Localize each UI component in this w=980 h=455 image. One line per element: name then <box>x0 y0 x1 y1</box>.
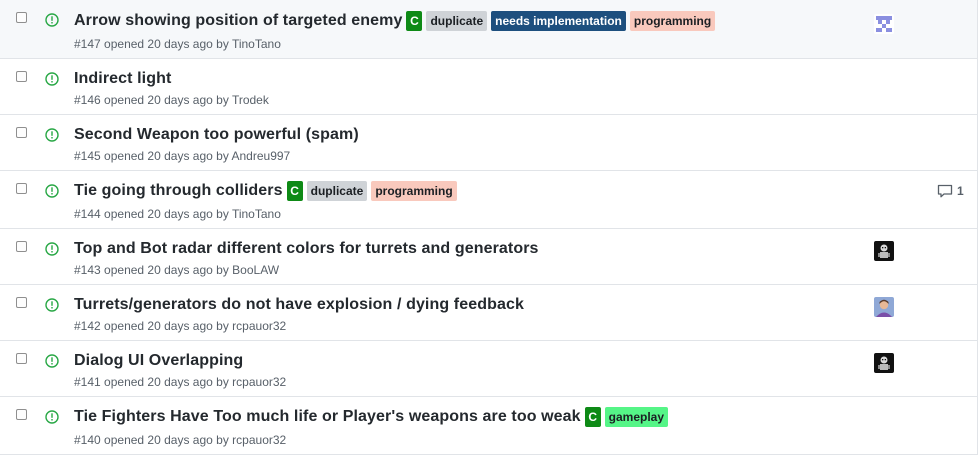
issue-author-link[interactable]: Andreu997 <box>232 149 291 163</box>
label-c[interactable]: C <box>406 11 423 31</box>
issue-author-link[interactable]: Trodek <box>232 93 269 107</box>
issue-select-checkbox[interactable] <box>16 183 27 194</box>
issue-meta: #147 opened 20 days ago by TinoTano <box>74 37 281 51</box>
issue-opened-icon <box>45 298 59 312</box>
assignee-avatar[interactable] <box>874 297 894 317</box>
issue-opened-text: opened 20 days ago by <box>104 263 229 277</box>
title-line: Indirect light <box>74 68 171 90</box>
issue-select-checkbox[interactable] <box>16 12 27 23</box>
issue-meta: #144 opened 20 days ago by TinoTano <box>74 207 281 221</box>
issue-title-link[interactable]: Tie going through colliders <box>74 182 283 200</box>
assignee-avatar[interactable] <box>874 353 894 373</box>
person-photo-avatar-icon <box>874 297 894 317</box>
issue-opened-icon <box>45 354 59 368</box>
issue-row: Dialog UI Overlapping #141 opened 20 day… <box>0 341 978 397</box>
issue-author-link[interactable]: rcpauor32 <box>232 319 286 333</box>
issue-select-checkbox[interactable] <box>16 127 27 138</box>
issue-author-link[interactable]: TinoTano <box>232 207 281 221</box>
issue-select-checkbox[interactable] <box>16 297 27 308</box>
label-c[interactable]: C <box>286 181 303 201</box>
title-line: Arrow showing position of targeted enemy… <box>74 10 716 32</box>
comment-count: 1 <box>957 184 964 198</box>
issue-meta: #142 opened 20 days ago by rcpauor32 <box>74 319 286 333</box>
issue-number: #147 <box>74 37 101 51</box>
issue-meta: #143 opened 20 days ago by BooLAW <box>74 263 279 277</box>
label-programming[interactable]: programming <box>629 11 716 31</box>
issue-opened-icon <box>45 410 59 424</box>
issue-opened-icon <box>45 13 59 27</box>
issue-meta: #140 opened 20 days ago by rcpauor32 <box>74 433 286 447</box>
issue-title-link[interactable]: Indirect light <box>74 70 171 88</box>
issue-row: Top and Bot radar different colors for t… <box>0 229 978 285</box>
comment-icon <box>937 184 953 198</box>
issue-row: Tie going through colliders C duplicate … <box>0 171 978 229</box>
title-line: Top and Bot radar different colors for t… <box>74 238 539 260</box>
issue-opened-text: opened 20 days ago by <box>104 37 229 51</box>
issue-opened-icon <box>45 128 59 142</box>
title-line: Tie Fighters Have Too much life or Playe… <box>74 406 669 428</box>
issue-title-link[interactable]: Arrow showing position of targeted enemy <box>74 12 402 30</box>
issue-row: Arrow showing position of targeted enemy… <box>0 0 978 59</box>
issue-opened-icon <box>45 242 59 256</box>
dark-character-avatar-icon <box>874 241 894 261</box>
issue-author-link[interactable]: TinoTano <box>232 37 281 51</box>
label-duplicate[interactable]: duplicate <box>426 11 488 31</box>
assignee-avatar[interactable] <box>874 241 894 261</box>
issue-opened-text: opened 20 days ago by <box>104 319 229 333</box>
label-c[interactable]: C <box>584 407 601 427</box>
issue-select-checkbox[interactable] <box>16 71 27 82</box>
issue-select-checkbox[interactable] <box>16 409 27 420</box>
issue-opened-icon <box>45 184 59 198</box>
issue-number: #140 <box>74 433 101 447</box>
dark-character-avatar-icon <box>874 353 894 373</box>
issue-opened-icon <box>45 72 59 86</box>
issue-opened-text: opened 20 days ago by <box>104 93 229 107</box>
issue-title-link[interactable]: Turrets/generators do not have explosion… <box>74 296 524 314</box>
issue-number: #141 <box>74 375 101 389</box>
label-programming[interactable]: programming <box>371 181 457 201</box>
title-line: Dialog UI Overlapping <box>74 350 243 372</box>
issue-select-checkbox[interactable] <box>16 241 27 252</box>
issue-opened-text: opened 20 days ago by <box>104 149 229 163</box>
issue-number: #144 <box>74 207 101 221</box>
issue-number: #146 <box>74 93 101 107</box>
title-line: Tie going through colliders C duplicate … <box>74 180 457 202</box>
title-line: Second Weapon too powerful (spam) <box>74 124 359 146</box>
issue-row: Second Weapon too powerful (spam) #145 o… <box>0 115 978 171</box>
issue-title-link[interactable]: Top and Bot radar different colors for t… <box>74 240 539 258</box>
issue-list: Arrow showing position of targeted enemy… <box>0 0 980 455</box>
issue-number: #143 <box>74 263 101 277</box>
issue-meta: #146 opened 20 days ago by Trodek <box>74 93 269 107</box>
issue-author-link[interactable]: rcpauor32 <box>232 375 286 389</box>
comments-link[interactable]: 1 <box>937 184 964 198</box>
issue-row: Turrets/generators do not have explosion… <box>0 285 978 341</box>
issue-author-link[interactable]: BooLAW <box>232 263 279 277</box>
label-needs-implementation[interactable]: needs implementation <box>491 11 626 31</box>
pixel-blue-avatar-icon <box>874 14 894 34</box>
issue-opened-text: opened 20 days ago by <box>104 375 229 389</box>
label-duplicate[interactable]: duplicate <box>306 181 368 201</box>
assignee-avatar[interactable] <box>874 14 894 34</box>
issue-title-link[interactable]: Dialog UI Overlapping <box>74 352 243 370</box>
issue-opened-text: opened 20 days ago by <box>104 433 229 447</box>
title-line: Turrets/generators do not have explosion… <box>74 294 524 316</box>
issue-row: Indirect light #146 opened 20 days ago b… <box>0 59 978 115</box>
issue-row: Tie Fighters Have Too much life or Playe… <box>0 397 978 455</box>
issue-meta: #141 opened 20 days ago by rcpauor32 <box>74 375 286 389</box>
issue-opened-text: opened 20 days ago by <box>104 207 229 221</box>
issue-title-link[interactable]: Tie Fighters Have Too much life or Playe… <box>74 408 581 426</box>
issue-meta: #145 opened 20 days ago by Andreu997 <box>74 149 290 163</box>
issue-number: #142 <box>74 319 101 333</box>
issue-number: #145 <box>74 149 101 163</box>
label-gameplay[interactable]: gameplay <box>604 407 669 427</box>
issue-title-link[interactable]: Second Weapon too powerful (spam) <box>74 126 359 144</box>
issue-select-checkbox[interactable] <box>16 353 27 364</box>
issue-author-link[interactable]: rcpauor32 <box>232 433 286 447</box>
